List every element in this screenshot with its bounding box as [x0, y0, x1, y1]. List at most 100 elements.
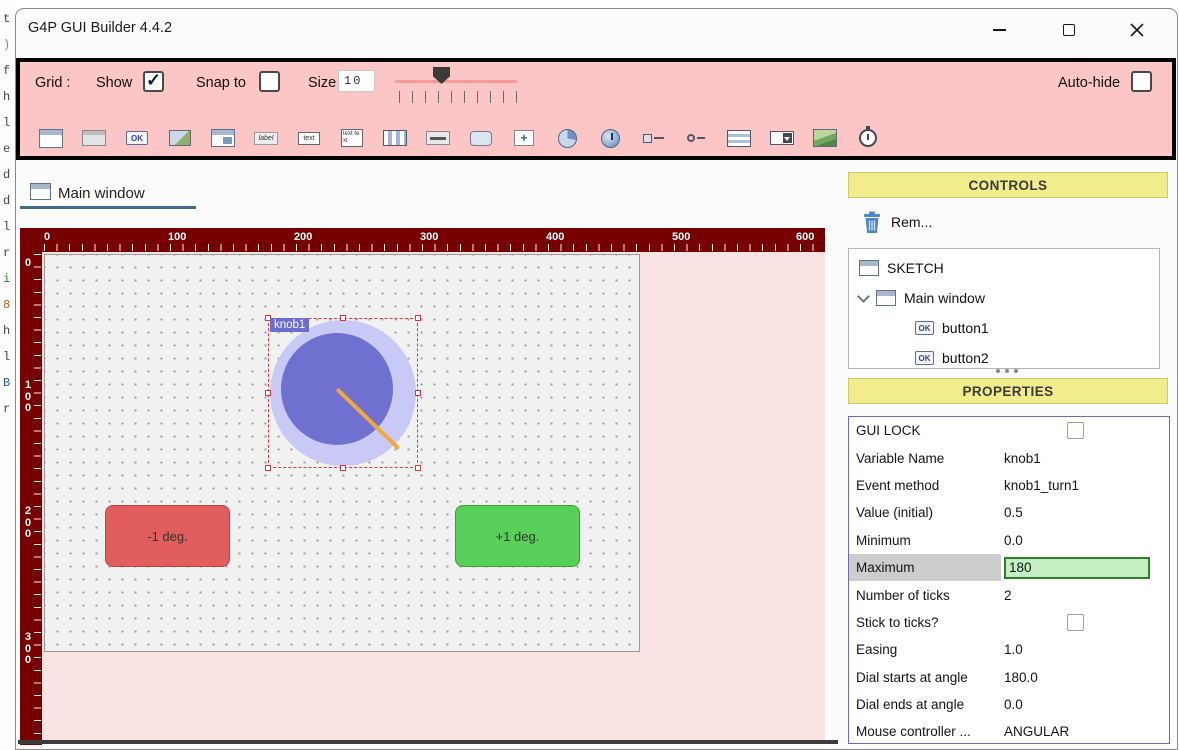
close-button[interactable]	[1118, 16, 1156, 44]
tree-item-main-window[interactable]: Main window	[857, 285, 985, 311]
custom-control-icon[interactable]: +	[511, 126, 537, 150]
grid-size-slider-track[interactable]	[395, 80, 517, 83]
label-icon[interactable]: label	[253, 126, 279, 150]
window-image-icon[interactable]	[210, 126, 236, 150]
button-icon-glyph: OK	[126, 131, 148, 145]
gui-lock-checkbox[interactable]	[1067, 422, 1084, 440]
v-ruler-label: 200	[25, 505, 32, 540]
dial-icon[interactable]	[554, 126, 580, 150]
textarea-icon[interactable]: text text	[339, 126, 365, 150]
droplist-icon[interactable]	[769, 126, 795, 150]
resize-handle-s[interactable]	[340, 465, 346, 471]
property-value[interactable]: 0.0	[1001, 533, 1169, 548]
horizontal-ruler: 0 100 200 300 400 500 600	[20, 228, 825, 252]
tree-item-sketch[interactable]: SKETCH	[859, 255, 944, 281]
pane-bottom-edge	[18, 740, 838, 744]
snap-to-checkbox[interactable]	[259, 71, 280, 92]
property-value[interactable]: 1.0	[1001, 642, 1169, 657]
slider-label-icon-glyph	[642, 133, 664, 143]
auto-hide-checkbox[interactable]	[1131, 71, 1152, 92]
tab-main-window[interactable]: Main window	[58, 185, 145, 202]
tooltip-icon[interactable]	[468, 126, 494, 150]
property-label: Dial ends at angle	[856, 697, 965, 713]
stick-to-ticks-checkbox[interactable]	[1067, 613, 1084, 631]
selection-rect[interactable]	[268, 318, 418, 468]
splitter-grip[interactable]	[996, 369, 1018, 373]
slider-icon[interactable]	[425, 126, 451, 150]
textarea-icon-glyph: text text	[341, 129, 363, 147]
h-ruler-label: 100	[168, 231, 187, 243]
resize-handle-w[interactable]	[265, 390, 271, 396]
code-char: B	[3, 376, 11, 390]
property-value[interactable]: 0.5	[1001, 505, 1169, 520]
property-value[interactable]: knob1	[1001, 451, 1169, 466]
listbox-icon-glyph	[727, 129, 751, 147]
knob-icon[interactable]	[597, 126, 623, 150]
resize-handle-e[interactable]	[415, 390, 421, 396]
tree-item-button1[interactable]: OK button1	[915, 315, 989, 341]
button-icon[interactable]: OK	[124, 126, 150, 150]
h-ruler-label: 400	[546, 231, 565, 243]
property-value[interactable]: ANGULAR	[1001, 724, 1169, 739]
image-button-icon[interactable]	[167, 126, 193, 150]
tree-item-label: Main window	[904, 290, 985, 306]
resize-handle-n[interactable]	[340, 315, 346, 321]
remove-button-label: Rem...	[891, 214, 933, 230]
grid-size-input[interactable]	[338, 70, 375, 92]
chevron-down-icon[interactable]	[857, 289, 870, 303]
textfield-icon-glyph: text	[298, 131, 320, 145]
tree-item-label: button2	[942, 350, 989, 366]
resize-handle-ne[interactable]	[415, 315, 421, 321]
minimize-button[interactable]	[980, 16, 1018, 44]
property-label: Stick to ticks?	[856, 614, 939, 630]
tab-active-underline	[20, 206, 196, 209]
property-row-number-of-ticks: Number of ticks 2	[849, 581, 1169, 608]
resize-handle-sw[interactable]	[265, 465, 271, 471]
panel-icon[interactable]	[81, 126, 107, 150]
maximize-icon	[1063, 24, 1075, 36]
show-label: Show	[96, 75, 133, 91]
sketch-image-icon[interactable]	[812, 126, 838, 150]
property-row-maximum: Maximum	[849, 553, 1169, 582]
maximize-button[interactable]	[1050, 16, 1088, 44]
stepper-icon[interactable]	[683, 126, 709, 150]
property-value[interactable]: 0.0	[1001, 697, 1169, 712]
property-row-minimum: Minimum 0.0	[849, 527, 1169, 554]
show-checkbox[interactable]	[143, 71, 164, 92]
slider-tick-marks	[399, 91, 518, 103]
slider-label-icon[interactable]	[640, 126, 666, 150]
property-value[interactable]: knob1_turn1	[1001, 478, 1169, 493]
property-value[interactable]: 2	[1001, 588, 1169, 603]
canvas-button-plus-1-deg[interactable]: +1 deg.	[455, 505, 580, 567]
property-label: Event method	[856, 477, 940, 493]
resize-handle-se[interactable]	[415, 465, 421, 471]
property-value[interactable]: 180.0	[1001, 670, 1169, 685]
tree-item-button2[interactable]: OK button2	[915, 345, 989, 371]
remove-control-button[interactable]: Rem...	[862, 207, 932, 237]
property-label: Dial starts at angle	[856, 669, 968, 685]
screen: t ) f h l e d d l r i 8 h l B r G4P GUI …	[0, 0, 1180, 750]
listbox-icon[interactable]	[726, 126, 752, 150]
property-label: Minimum	[856, 532, 911, 548]
tree-item-label: button1	[942, 320, 989, 336]
custom-control-icon-glyph: +	[514, 130, 534, 146]
timer-icon[interactable]	[855, 126, 881, 150]
code-char: r	[3, 246, 11, 260]
checkbox-group-icon-glyph	[383, 130, 407, 146]
knob-name-label: knob1	[270, 318, 310, 332]
vertical-ruler-ticks	[34, 254, 41, 743]
v-ruler-label: 0	[25, 257, 32, 269]
properties-header-label: PROPERTIES	[962, 383, 1054, 399]
maximum-value-input[interactable]	[1004, 556, 1150, 579]
checkbox-group-icon[interactable]	[382, 126, 408, 150]
textfield-icon[interactable]: text	[296, 126, 322, 150]
controls-section-header[interactable]: CONTROLS	[848, 172, 1168, 198]
window-title: G4P GUI Builder 4.4.2	[28, 20, 173, 36]
property-label: GUI LOCK	[856, 423, 921, 439]
properties-section-header[interactable]: PROPERTIES	[848, 378, 1168, 404]
label-icon-glyph: label	[254, 131, 278, 145]
window-icon[interactable]	[38, 126, 64, 150]
canvas-button-minus-1-deg[interactable]: -1 deg.	[105, 505, 230, 567]
property-row-value-initial: Value (initial) 0.5	[849, 499, 1169, 526]
code-char: l	[3, 116, 11, 130]
